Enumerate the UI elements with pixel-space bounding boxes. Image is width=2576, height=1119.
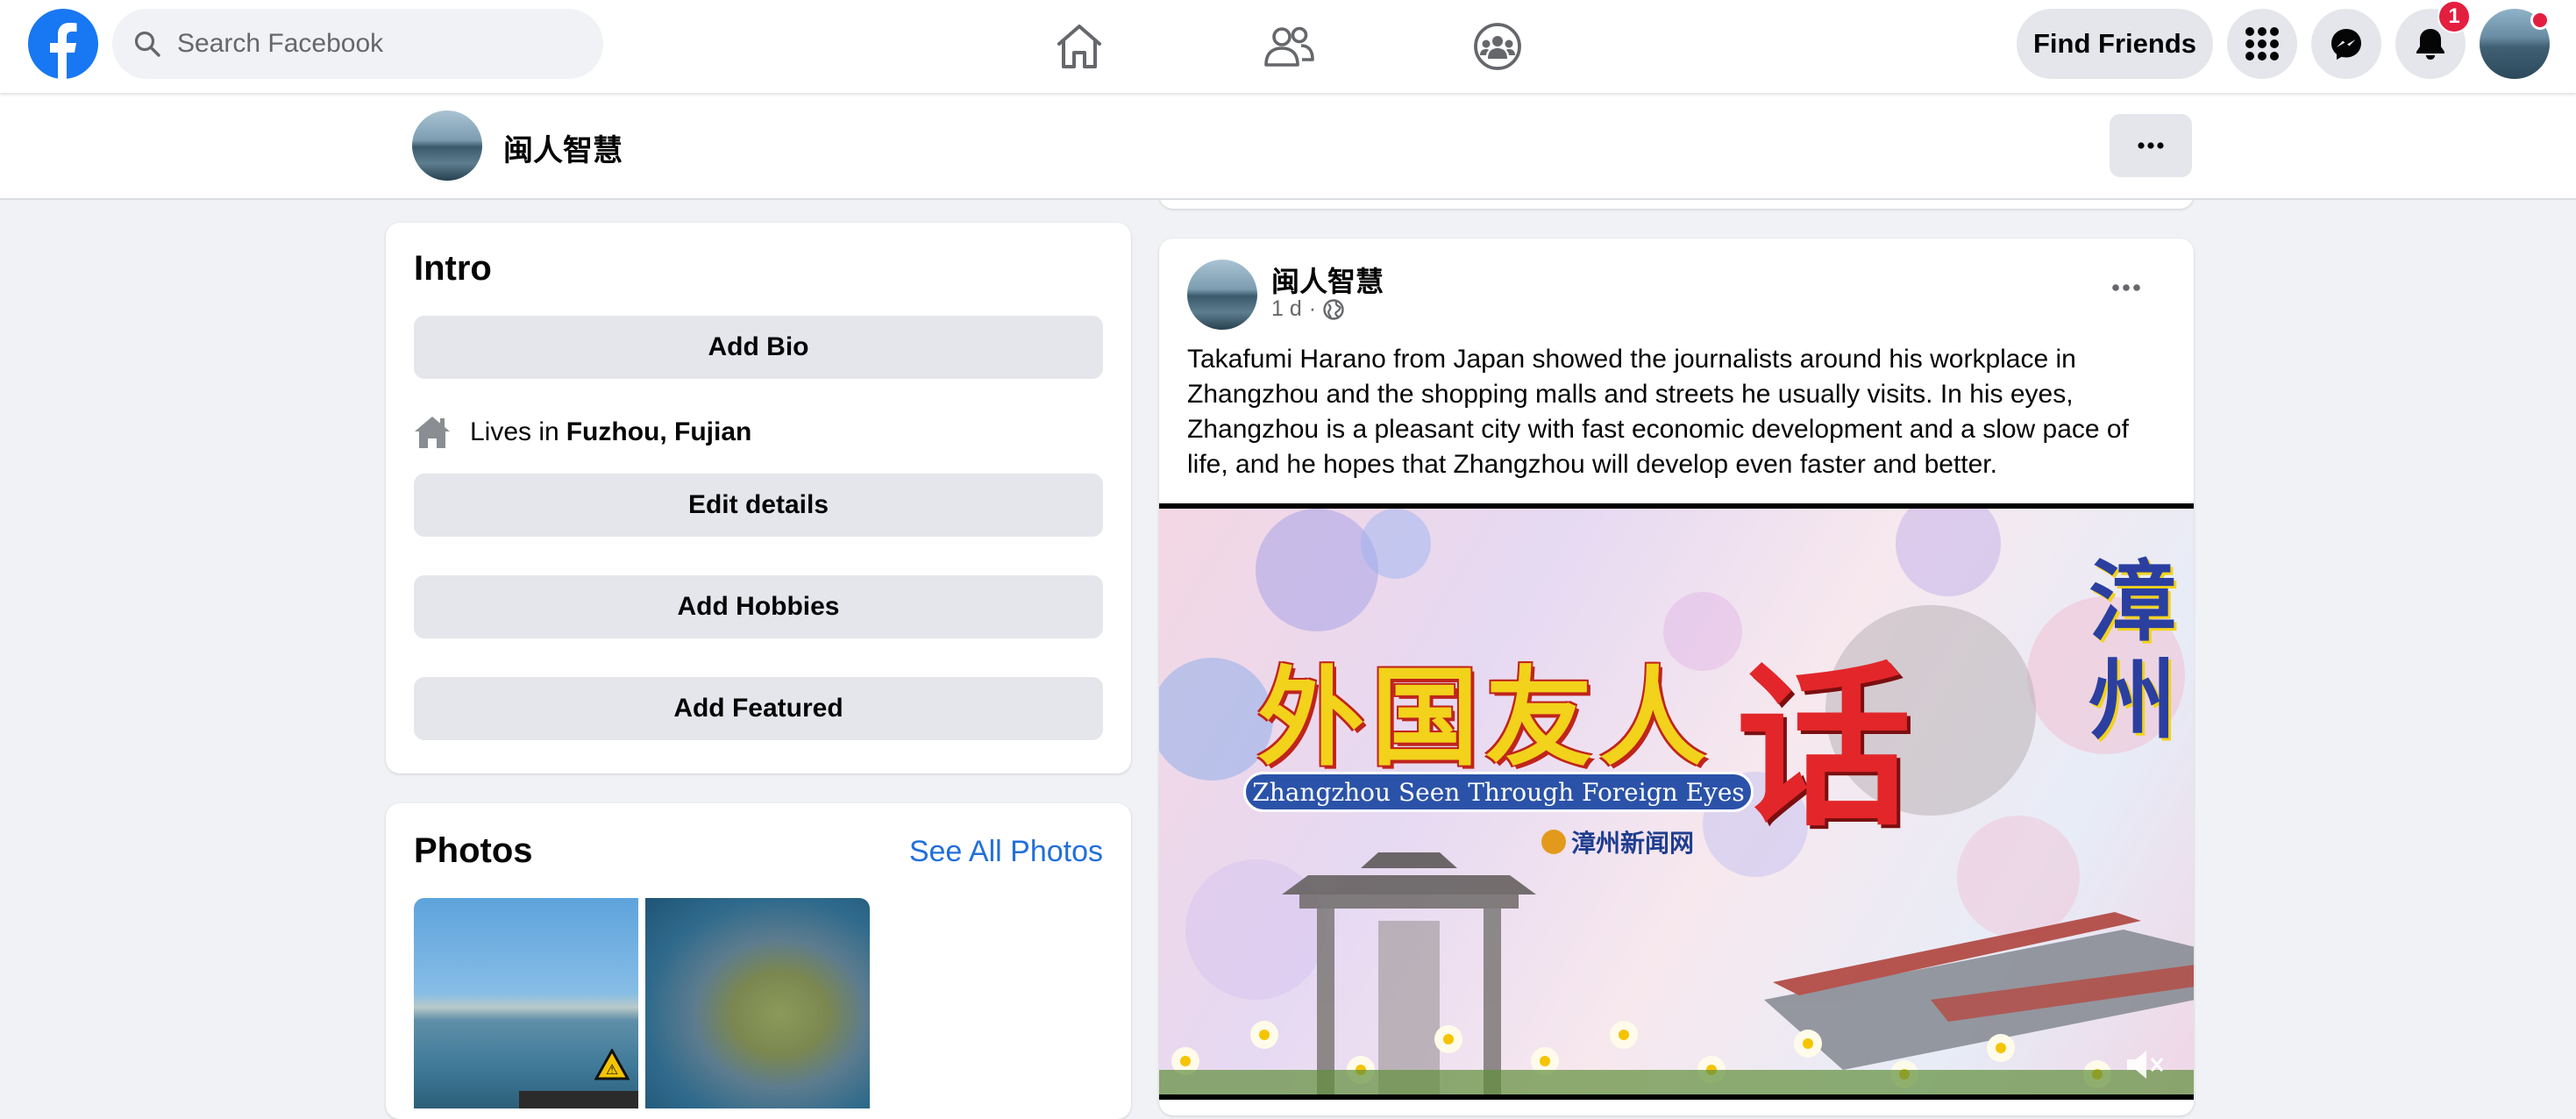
globe-icon xyxy=(1323,298,1344,320)
profile-sticky-header: 闽人智慧 xyxy=(0,93,2576,200)
see-all-photos-link[interactable]: See All Photos xyxy=(909,835,1103,869)
lives-in-city-link[interactable]: Fuzhou, Fujian xyxy=(566,417,752,447)
facebook-logo-icon[interactable] xyxy=(28,9,98,79)
groups-tab[interactable] xyxy=(1467,16,1528,77)
search-bar[interactable] xyxy=(112,9,603,79)
lives-in-row: Lives in Fuzhou, Fujian xyxy=(414,416,751,449)
more-dots-icon xyxy=(2112,284,2140,291)
messenger-icon xyxy=(2331,29,2361,60)
video-side-characters: 漳州 xyxy=(2089,550,2176,752)
profile-more-button[interactable] xyxy=(2110,114,2192,177)
home-tab[interactable] xyxy=(1049,16,1110,77)
post-timestamp[interactable]: 1 d xyxy=(1271,296,1302,322)
more-dots-icon xyxy=(2138,142,2164,149)
post-meta-separator: · xyxy=(1308,296,1317,321)
home-icon xyxy=(415,417,450,448)
post-meta: 1 d · xyxy=(1271,296,1344,322)
search-input[interactable] xyxy=(175,28,565,60)
intro-title: Intro xyxy=(414,249,492,288)
groups-icon xyxy=(1474,23,1521,70)
post-author-name[interactable]: 闽人智慧 xyxy=(1271,260,1384,300)
friends-icon xyxy=(1264,26,1314,67)
warning-sign-icon: ⚠ xyxy=(594,1049,630,1080)
post-text: Takafumi Harano from Japan showed the jo… xyxy=(1187,345,2129,479)
home-icon xyxy=(1057,25,1101,68)
photo-thumbnail-island[interactable] xyxy=(645,898,870,1108)
bell-icon xyxy=(2416,29,2444,60)
account-status-dot xyxy=(2530,11,2550,30)
video-bridge-icon xyxy=(1764,912,2194,1070)
video-title-chinese: 外国友人 xyxy=(1257,654,1713,780)
search-icon xyxy=(134,31,160,57)
video-archway-icon xyxy=(1282,852,1536,1094)
video-english-banner: Zhangzhou Seen Through Foreign Eyes xyxy=(1243,772,1754,812)
video-daffodils-icon xyxy=(1159,1021,2194,1094)
photo-railing xyxy=(519,1091,638,1108)
post-author-avatar[interactable] xyxy=(1187,260,1257,330)
video-news-logo-text: 漳州新闻网 xyxy=(1571,830,1695,857)
post-video[interactable]: 外国友人 话 漳州 Zhangzhou Seen Through Foreign… xyxy=(1159,503,2194,1100)
news-logo-mark-icon xyxy=(1541,830,1566,854)
profile-name[interactable]: 闽人智慧 xyxy=(503,126,623,169)
find-friends-button[interactable]: Find Friends xyxy=(2017,9,2213,79)
friends-tab[interactable] xyxy=(1258,16,1320,77)
intro-card: Intro Add Bio Lives in Fuzhou, Fujian Ed… xyxy=(386,223,1131,773)
notification-count-badge: 1 xyxy=(2437,0,2471,33)
photos-card: Photos See All Photos ⚠ xyxy=(386,803,1131,1119)
add-bio-button[interactable]: Add Bio xyxy=(414,316,1103,379)
video-big-character: 话 xyxy=(1736,645,1912,851)
menu-button[interactable] xyxy=(2227,9,2297,79)
add-featured-button[interactable]: Add Featured xyxy=(414,677,1103,740)
messenger-button[interactable] xyxy=(2311,9,2381,79)
photos-title: Photos xyxy=(414,831,533,870)
photo-thumbnail-coast[interactable]: ⚠ xyxy=(414,898,638,1108)
top-navigation-bar: Find Friends 1 xyxy=(0,0,2576,93)
add-hobbies-button[interactable]: Add Hobbies xyxy=(414,575,1103,638)
post-card: 闽人智慧 1 d · Takafumi Harano from Japan sh… xyxy=(1159,239,2194,1115)
lives-in-prefix: Lives in xyxy=(470,417,559,446)
post-options-button[interactable] xyxy=(2104,270,2148,305)
edit-details-button[interactable]: Edit details xyxy=(414,474,1103,537)
video-news-logo: 漳州新闻网 xyxy=(1541,824,1694,859)
svg-text:⚠: ⚠ xyxy=(606,1061,618,1078)
menu-grid-icon xyxy=(2245,27,2279,61)
profile-avatar[interactable] xyxy=(412,110,482,181)
